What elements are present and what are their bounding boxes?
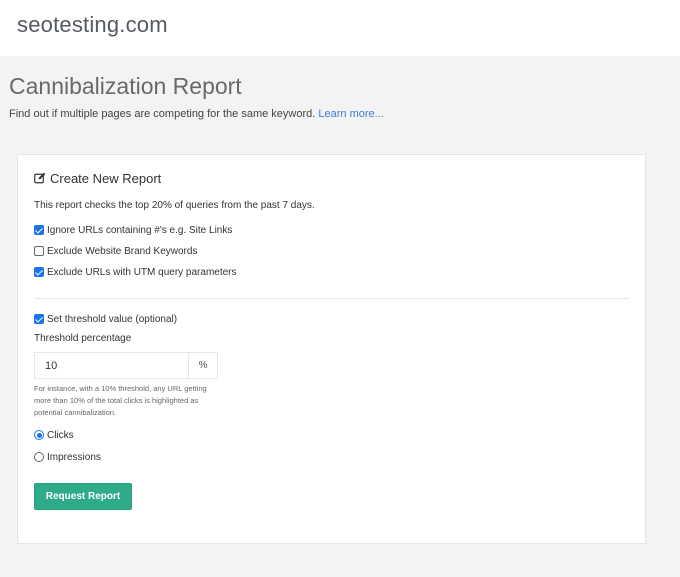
option-exclude-utm[interactable]: Exclude URLs with UTM query parameters bbox=[34, 265, 630, 279]
page-subtitle-text: Find out if multiple pages are competing… bbox=[9, 108, 316, 120]
clicks-label: Clicks bbox=[47, 429, 74, 441]
set-threshold-checkbox[interactable] bbox=[34, 314, 44, 324]
impressions-label: Impressions bbox=[47, 451, 101, 463]
clicks-radio[interactable] bbox=[34, 430, 44, 440]
option-ignore-site-links[interactable]: Ignore URLs containing #'s e.g. Site Lin… bbox=[34, 223, 630, 237]
threshold-help-text: For instance, with a 10% threshold, any … bbox=[34, 384, 207, 417]
threshold-percentage-input[interactable] bbox=[35, 353, 189, 378]
request-report-button[interactable]: Request Report bbox=[34, 483, 132, 510]
create-report-card: Create New Report This report checks the… bbox=[17, 154, 646, 544]
page-header: Cannibalization Report Find out if multi… bbox=[0, 56, 680, 154]
page-subtitle: Find out if multiple pages are competing… bbox=[9, 108, 680, 120]
ignore-site-links-label: Ignore URLs containing #'s e.g. Site Lin… bbox=[47, 224, 233, 236]
metric-option-impressions[interactable]: Impressions bbox=[34, 450, 630, 464]
report-description: This report checks the top 20% of querie… bbox=[34, 200, 315, 211]
threshold-percentage-label: Threshold percentage bbox=[34, 333, 132, 344]
option-set-threshold[interactable]: Set threshold value (optional) bbox=[34, 312, 630, 326]
page-title: Cannibalization Report bbox=[9, 73, 242, 99]
percent-addon: % bbox=[188, 353, 217, 378]
learn-more-link[interactable]: Learn more... bbox=[318, 108, 383, 120]
section-divider bbox=[34, 298, 630, 299]
brand-logo[interactable]: seotesting.com bbox=[17, 12, 168, 37]
exclude-utm-label: Exclude URLs with UTM query parameters bbox=[47, 266, 237, 278]
option-exclude-brand-keywords[interactable]: Exclude Website Brand Keywords bbox=[34, 244, 630, 258]
exclude-brand-keywords-label: Exclude Website Brand Keywords bbox=[47, 245, 198, 257]
metric-option-clicks[interactable]: Clicks bbox=[34, 428, 630, 442]
impressions-radio[interactable] bbox=[34, 452, 44, 462]
top-navbar: seotesting.com bbox=[0, 0, 680, 56]
threshold-input-group: % bbox=[34, 352, 218, 379]
set-threshold-label: Set threshold value (optional) bbox=[47, 313, 178, 325]
card-title-text: Create New Report bbox=[50, 170, 162, 186]
card-title: Create New Report bbox=[34, 170, 630, 186]
ignore-site-links-checkbox[interactable] bbox=[34, 225, 44, 235]
exclude-utm-checkbox[interactable] bbox=[34, 267, 44, 277]
exclude-brand-keywords-checkbox[interactable] bbox=[34, 246, 44, 256]
edit-icon bbox=[34, 172, 46, 184]
